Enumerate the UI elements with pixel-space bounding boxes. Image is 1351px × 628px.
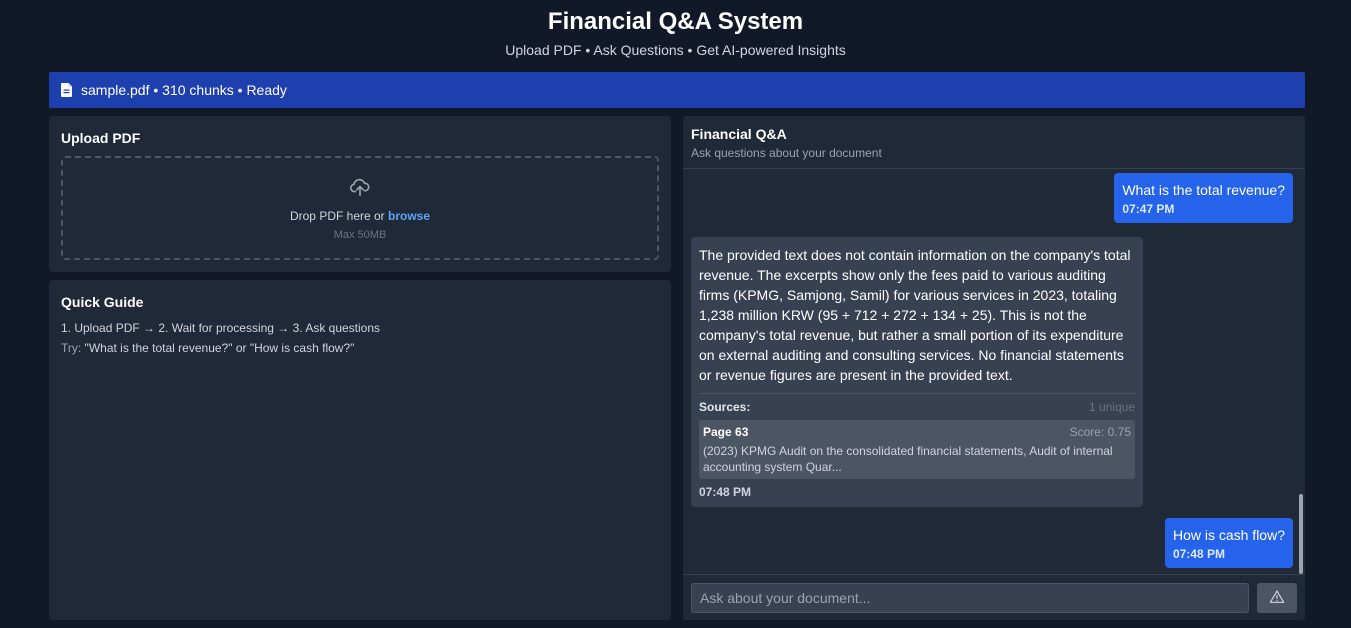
sources-divider bbox=[699, 393, 1135, 394]
source-score: Score: 0.75 bbox=[1069, 425, 1131, 439]
guide-examples: Try: "What is the total revenue?" or "Ho… bbox=[61, 341, 354, 355]
source-excerpt: (2023) KPMG Audit on the consolidated fi… bbox=[703, 444, 1113, 474]
warning-triangle-icon bbox=[1269, 589, 1285, 608]
upload-panel-title: Upload PDF bbox=[61, 130, 141, 146]
source-card[interactable]: Page 63 Score: 0.75 (2023) KPMG Audit on… bbox=[699, 420, 1135, 479]
user-message: What is the total revenue? 07:47 PM bbox=[1114, 173, 1293, 223]
guide-try-text: "What is the total revenue?" or "How is … bbox=[81, 341, 355, 355]
file-icon bbox=[61, 83, 73, 97]
scrollbar-thumb[interactable] bbox=[1299, 494, 1303, 574]
message-text: How is cash flow? bbox=[1172, 527, 1285, 543]
dropzone-size-hint: Max 50MB bbox=[333, 229, 387, 241]
dropzone-text: Drop PDF here or bbox=[289, 209, 389, 223]
upload-panel: Upload PDF Drop PDF here or browse Max 5… bbox=[49, 116, 671, 272]
app-title: Financial Q&A System bbox=[547, 8, 804, 35]
guide-title: Quick Guide bbox=[61, 294, 144, 310]
chat-panel: Financial Q&A Ask questions about your d… bbox=[683, 116, 1305, 620]
pdf-dropzone[interactable]: Drop PDF here or browse Max 50MB bbox=[61, 156, 659, 260]
guide-try-label: Try: bbox=[61, 341, 82, 355]
message-text: The provided text does not contain infor… bbox=[699, 247, 1131, 383]
browse-link[interactable]: browse bbox=[388, 209, 430, 223]
message-time: 07:47 PM bbox=[1122, 202, 1175, 216]
source-page: Page 63 bbox=[703, 425, 749, 439]
guide-steps: 1. Upload PDF → 2. Wait for processing →… bbox=[61, 321, 381, 335]
quick-guide-panel: Quick Guide 1. Upload PDF → 2. Wait for … bbox=[49, 280, 671, 620]
assistant-message: The provided text does not contain infor… bbox=[691, 237, 1143, 507]
message-time: 07:48 PM bbox=[699, 485, 752, 499]
sources-count: 1 unique bbox=[1088, 400, 1135, 414]
sources-header: Sources: 1 unique bbox=[699, 400, 1135, 414]
dropzone-instructions: Drop PDF here or browse bbox=[63, 209, 657, 223]
send-button[interactable] bbox=[1257, 583, 1297, 613]
chat-subtitle: Ask questions about your document bbox=[691, 146, 882, 160]
upload-cloud-icon bbox=[349, 176, 371, 198]
document-status-bar: sample.pdf • 310 chunks • Ready bbox=[49, 72, 1305, 108]
message-text: What is the total revenue? bbox=[1122, 182, 1285, 198]
status-text: sample.pdf • 310 chunks • Ready bbox=[81, 82, 287, 98]
sources-label: Sources: bbox=[699, 400, 751, 414]
app-header: Financial Q&A System Upload PDF • Ask Qu… bbox=[0, 0, 1351, 68]
message-time: 07:48 PM bbox=[1172, 547, 1225, 561]
user-message: How is cash flow? 07:48 PM bbox=[1164, 518, 1293, 568]
app-subtitle: Upload PDF • Ask Questions • Get AI-powe… bbox=[505, 42, 846, 58]
input-divider bbox=[683, 574, 1305, 575]
question-input[interactable] bbox=[691, 583, 1249, 613]
chat-title: Financial Q&A bbox=[691, 126, 787, 142]
message-list[interactable]: What is the total revenue? 07:47 PM The … bbox=[683, 169, 1305, 574]
